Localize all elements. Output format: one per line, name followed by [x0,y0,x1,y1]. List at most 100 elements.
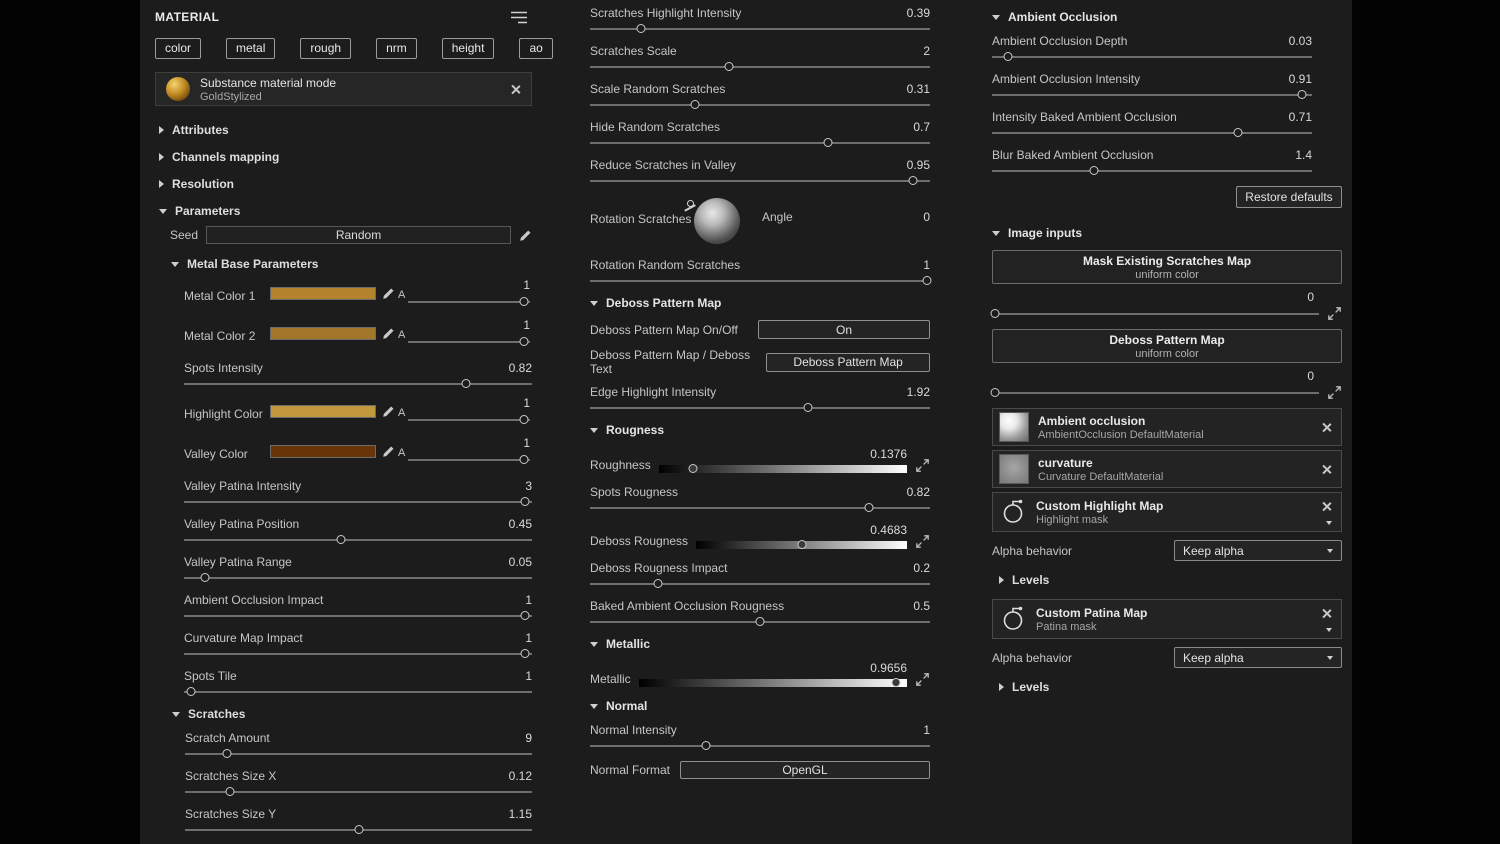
alpha-slider[interactable] [408,415,530,425]
image-input-card[interactable]: Ambient occlusion AmbientOcclusion Defau… [992,408,1342,446]
section-header[interactable]: Attributes [155,123,532,137]
param-slider[interactable] [992,90,1312,100]
slider-handle[interactable] [1297,90,1307,99]
param-slider[interactable] [590,276,932,286]
channel-button[interactable]: rough [300,38,352,59]
color-swatch[interactable] [270,287,376,300]
close-icon[interactable] [1321,464,1332,475]
param-slider[interactable] [590,24,930,34]
image-slot-button[interactable]: Mask Existing Scratches Map uniform colo… [992,250,1342,284]
alpha-slider[interactable] [408,297,530,307]
slider-handle[interactable] [908,176,918,185]
param-slider[interactable] [185,825,532,835]
slider-handle[interactable] [823,138,833,147]
slider-handle[interactable] [1233,128,1243,137]
param-slider[interactable] [185,787,532,797]
slider-handle[interactable] [864,503,874,512]
section-parameters[interactable]: Parameters [155,204,532,218]
color-swatch[interactable] [270,405,376,418]
normal-format-button[interactable]: OpenGL [680,761,930,779]
slider-handle[interactable] [520,649,530,658]
close-icon[interactable] [1321,501,1332,512]
mask-map-card[interactable]: Custom Highlight Map Highlight mask [992,492,1342,532]
expand-icon[interactable] [1327,385,1342,400]
slider-handle[interactable] [186,687,196,696]
color-swatch[interactable] [270,327,376,340]
filter-menu-icon[interactable] [510,11,528,24]
param-slider[interactable] [590,62,930,72]
slider-handle[interactable] [797,540,807,549]
restore-defaults-button[interactable]: Restore defaults [1236,186,1342,208]
section-ambient-occlusion[interactable]: Ambient Occlusion [992,10,1342,24]
chevron-down-icon[interactable] [1326,628,1332,632]
param-slider[interactable] [590,617,930,627]
channel-button[interactable]: color [155,38,202,59]
expand-icon[interactable] [915,672,930,687]
param-slider[interactable] [184,497,532,507]
slider-handle[interactable] [688,464,698,473]
edit-pencil-icon[interactable] [382,405,395,418]
slider-handle[interactable] [990,387,1000,397]
param-slider[interactable] [184,535,532,545]
slider-handle[interactable] [354,825,363,834]
angle-value[interactable]: 0 [923,210,930,224]
section-image-inputs[interactable]: Image inputs [992,226,1342,240]
section-metal-base[interactable]: Metal Base Parameters [155,257,532,271]
slider-handle[interactable] [519,297,529,306]
close-icon[interactable] [1321,422,1332,433]
slider-handle[interactable] [701,741,711,750]
alpha-behavior-dropdown[interactable]: Keep alpha [1174,540,1342,561]
slider-handle[interactable] [1089,166,1099,175]
dial-handle[interactable] [687,200,694,207]
section-header[interactable]: Channels mapping [155,150,532,164]
channel-button[interactable]: metal [226,38,276,59]
image-input-card[interactable]: curvature Curvature DefaultMaterial [992,450,1342,488]
slider-handle[interactable] [519,415,529,424]
expand-icon[interactable] [915,458,930,473]
param-slider[interactable] [992,52,1312,62]
material-mode-card[interactable]: Substance material mode GoldStylized [155,72,532,106]
param-slider[interactable] [990,387,1319,398]
seed-field[interactable]: Random [206,226,511,244]
slider-handle[interactable] [891,678,901,687]
deboss-onoff-button[interactable]: On [758,320,930,339]
slider-handle[interactable] [990,308,1000,318]
slider-handle[interactable] [222,749,232,758]
edit-pencil-icon[interactable] [382,445,395,458]
slider-handle[interactable] [922,276,932,285]
edit-pencil-icon[interactable] [382,327,395,340]
param-slider[interactable] [590,100,930,110]
param-slider[interactable] [992,166,1312,176]
param-slider[interactable] [184,379,532,389]
mask-map-card[interactable]: Custom Patina Map Patina mask [992,599,1342,639]
param-slider[interactable] [590,176,930,186]
slider-handle[interactable] [636,24,646,33]
param-slider[interactable] [990,308,1319,319]
param-slider[interactable] [590,138,930,148]
param-slider[interactable] [590,503,930,513]
chevron-down-icon[interactable] [1326,521,1332,525]
slider-handle[interactable] [520,497,530,506]
gradient-slider[interactable] [638,678,907,687]
param-slider[interactable] [184,687,532,697]
slider-handle[interactable] [724,62,734,71]
gradient-slider[interactable] [658,464,907,473]
rotation-dial[interactable] [687,198,740,244]
section-scratches[interactable]: Scratches [155,707,532,721]
param-slider[interactable] [992,128,1312,138]
expand-icon[interactable] [915,534,930,549]
slider-handle[interactable] [755,617,765,626]
section-normal[interactable]: Normal [590,699,930,713]
color-swatch[interactable] [270,445,376,458]
close-icon[interactable] [510,84,521,95]
param-slider[interactable] [185,749,532,759]
section-levels[interactable]: Levels [992,680,1342,694]
alpha-slider[interactable] [408,455,530,465]
section-deboss-pattern-map[interactable]: Deboss Pattern Map [590,296,930,310]
slider-handle[interactable] [519,455,529,464]
slider-handle[interactable] [520,611,530,620]
slider-handle[interactable] [225,787,235,796]
slider-handle[interactable] [519,337,529,346]
expand-icon[interactable] [1327,306,1342,321]
param-slider[interactable] [184,573,532,583]
